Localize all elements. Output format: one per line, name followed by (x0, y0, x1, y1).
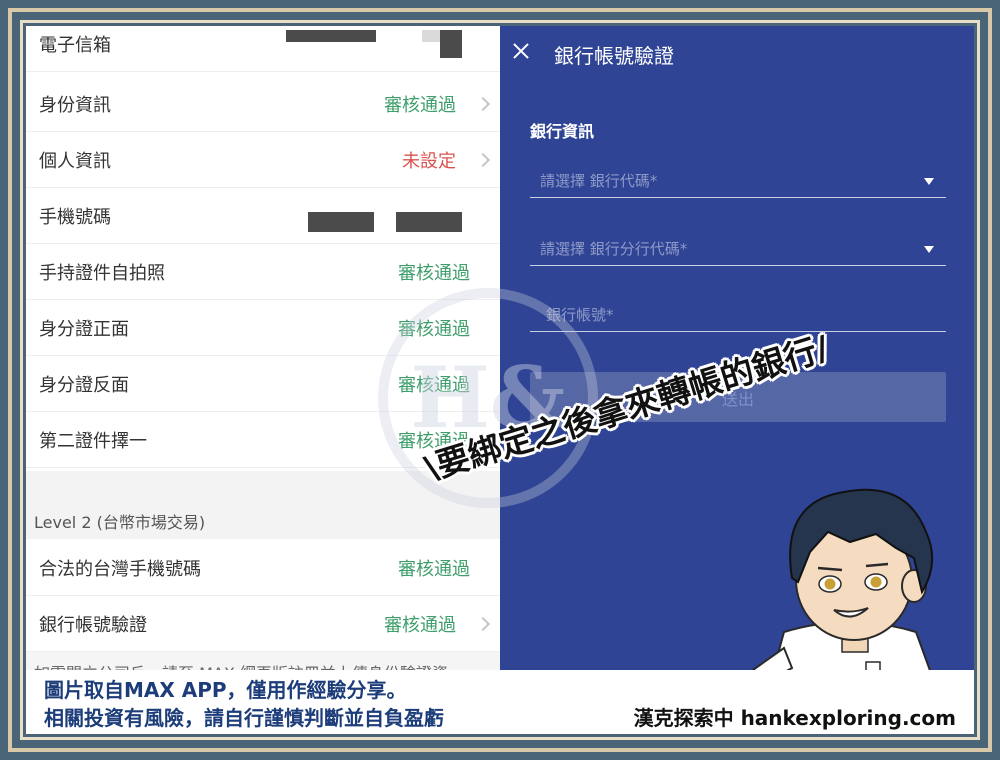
cartoon-character-illustration (734, 488, 942, 698)
chevron-right-icon (475, 96, 491, 111)
field-placeholder: 請選擇 銀行分行代碼* (540, 240, 688, 258)
redaction-mask (440, 30, 462, 58)
row-label: 手持證件自拍照 (39, 262, 165, 284)
caption-line-2: 相關投資有風險，請自行謹慎判斷並自負盈虧 (44, 706, 444, 730)
screenshot-canvas: 電子信箱 身份資訊 審核通過 個人資訊 未設定 手機號碼 手持證件自拍照 審核通… (26, 26, 974, 734)
row-label: 電子信箱 (39, 34, 111, 56)
status-text: 未設定 (402, 150, 456, 172)
chevron-right-icon (475, 152, 491, 167)
caption-line-1: 圖片取自MAX APP，僅用作經驗分享。 (44, 678, 407, 702)
section-title: Level 2 (台幣市場交易) (34, 513, 206, 532)
redaction-mask (308, 212, 374, 232)
row-label: 合法的台灣手機號碼 (39, 558, 201, 580)
caret-down-icon (924, 246, 934, 253)
row-label: 身分證反面 (39, 374, 129, 396)
row-label: 第二證件擇一 (39, 430, 147, 452)
status-text: 審核通過 (384, 614, 456, 636)
redaction-mask (396, 212, 462, 232)
status-text: 審核通過 (384, 94, 456, 116)
row-label: 手機號碼 (39, 206, 111, 228)
list-row-identity-info[interactable]: 身份資訊 審核通過 (26, 76, 500, 132)
chevron-right-icon (475, 616, 491, 631)
list-row-bank-verification[interactable]: 銀行帳號驗證 審核通過 (26, 596, 500, 652)
redaction-mask (286, 30, 376, 42)
list-row-selfie[interactable]: 手持證件自拍照 審核通過 (26, 244, 500, 300)
panel-title: 銀行帳號驗證 (554, 44, 674, 68)
caption-bar: 圖片取自MAX APP，僅用作經驗分享。 相關投資有風險，請自行謹慎判斷並自負盈… (26, 670, 974, 734)
status-text: 審核通過 (398, 262, 470, 284)
list-row-email[interactable]: 電子信箱 (26, 26, 500, 72)
row-label: 銀行帳號驗證 (39, 614, 147, 636)
branch-code-select[interactable]: 請選擇 銀行分行代碼* (530, 232, 946, 266)
footnote-cut-text: 如需開立公司戶，請至 MAX 網頁版註冊並上傳身份驗證資 (26, 652, 500, 672)
redaction-mask (422, 30, 440, 42)
close-icon[interactable] (512, 42, 530, 60)
bank-info-label: 銀行資訊 (530, 122, 595, 141)
field-placeholder: 請選擇 銀行代碼* (540, 172, 658, 190)
row-label: 身分證正面 (39, 318, 129, 340)
row-label: 身份資訊 (39, 94, 111, 116)
status-text: 審核通過 (398, 558, 470, 580)
list-row-taiwan-phone[interactable]: 合法的台灣手機號碼 審核通過 (26, 540, 500, 596)
list-row-phone[interactable]: 手機號碼 (26, 188, 500, 244)
caret-down-icon (924, 178, 934, 185)
brand-text: 漢克探索中 hankexploring.com (633, 706, 956, 730)
bank-code-select[interactable]: 請選擇 銀行代碼* (530, 164, 946, 198)
list-row-personal-info[interactable]: 個人資訊 未設定 (26, 132, 500, 188)
row-label: 個人資訊 (39, 150, 111, 172)
